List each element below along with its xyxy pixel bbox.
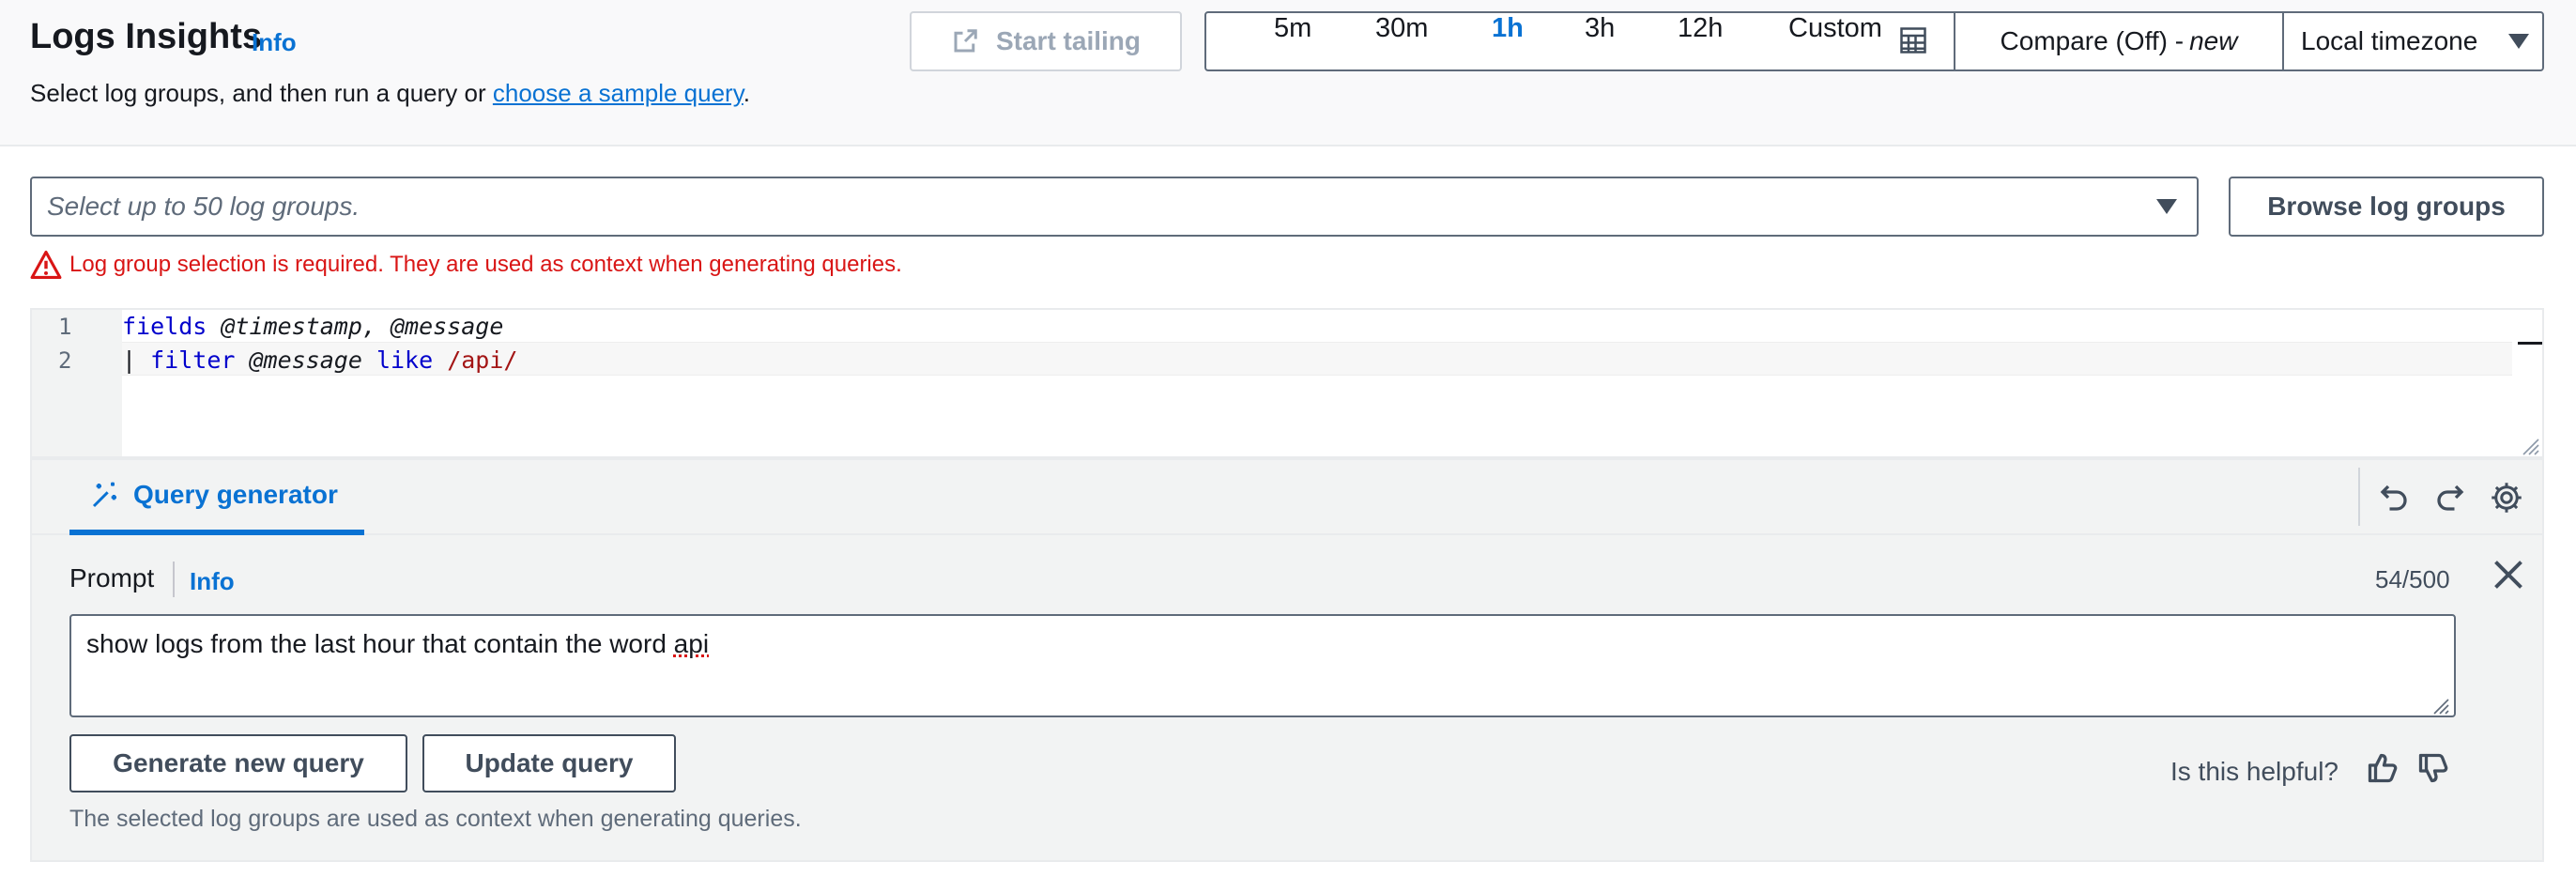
undo-icon[interactable] (2377, 481, 2411, 515)
editor-gutter (32, 310, 122, 456)
caret-down-icon (2508, 34, 2529, 49)
code-fields: @timestamp, @message (207, 313, 504, 340)
code-line-2: | filter @message like /api/ (122, 346, 517, 374)
thumbs-up-icon[interactable] (2366, 751, 2400, 785)
calendar-icon[interactable] (1899, 26, 1927, 54)
description-suffix: . (743, 79, 751, 107)
magic-wand-icon (92, 482, 116, 508)
editor-fold-marker (2518, 342, 2542, 345)
generator-footnote: The selected log groups are used as cont… (69, 806, 802, 832)
code-field: @message (235, 346, 376, 374)
prompt-text: show logs from the last hour that contai… (86, 629, 674, 658)
code-regex: /api/ (433, 346, 518, 374)
resize-handle-icon[interactable] (2520, 436, 2540, 456)
redo-icon[interactable] (2433, 481, 2467, 515)
gear-icon[interactable] (2490, 481, 2523, 515)
tab-query-generator[interactable]: Query generator (69, 460, 364, 535)
resize-handle-icon[interactable] (2431, 697, 2450, 715)
prompt-label: Prompt (69, 563, 155, 592)
log-group-select[interactable]: Select up to 50 log groups. (30, 177, 2199, 237)
compare-label: Compare (Off) - (2000, 26, 2185, 55)
prompt-textarea[interactable]: show logs from the last hour that contai… (69, 614, 2456, 717)
log-group-placeholder: Select up to 50 log groups. (47, 192, 360, 221)
sample-query-link[interactable]: choose a sample query (493, 79, 744, 107)
title-info-link[interactable]: Info (252, 28, 297, 57)
compare-new-badge: new (2189, 26, 2238, 55)
code-keyword: fields (122, 313, 207, 340)
range-5m[interactable]: 5m (1274, 13, 1311, 44)
range-30m[interactable]: 30m (1375, 13, 1428, 44)
external-link-icon (954, 29, 977, 53)
character-counter: 54/500 (2375, 565, 2450, 593)
close-icon[interactable] (2492, 558, 2525, 592)
toolbar-divider (2358, 468, 2360, 526)
warning-icon (30, 250, 62, 280)
caret-down-icon (2156, 199, 2177, 214)
timezone-label: Local timezone (2301, 26, 2478, 55)
page-description: Select log groups, and then run a query … (30, 79, 750, 108)
timezone-select[interactable]: Local timezone (2282, 11, 2544, 71)
thumbs-down-icon[interactable] (2416, 751, 2450, 785)
range-custom[interactable]: Custom (1788, 13, 1882, 44)
generate-new-query-button[interactable]: Generate new query (69, 734, 407, 792)
query-generator-tabbar (32, 460, 2542, 535)
description-prefix: Select log groups, and then run a query … (30, 79, 493, 107)
compare-toggle[interactable]: Compare (Off) - new (1954, 11, 2284, 71)
code-keyword: like (376, 346, 434, 374)
line-number: 1 (58, 314, 72, 340)
range-1h[interactable]: 1h (1492, 13, 1524, 44)
start-tailing-label: Start tailing (995, 26, 1141, 55)
code-keyword: filter (150, 346, 236, 374)
feedback-label: Is this helpful? (2170, 757, 2338, 786)
start-tailing-button[interactable]: Start tailing (910, 11, 1182, 71)
update-query-button[interactable]: Update query (422, 734, 676, 792)
misspelled-word: api (673, 629, 710, 658)
tab-label: Query generator (133, 480, 338, 509)
code-line-1: fields @timestamp, @message (122, 313, 503, 340)
range-12h[interactable]: 12h (1678, 13, 1723, 44)
code-pipe: | (122, 346, 151, 374)
prompt-info-link[interactable]: Info (190, 567, 235, 596)
prompt-divider (173, 562, 175, 597)
browse-log-groups-button[interactable]: Browse log groups (2229, 177, 2544, 237)
line-number: 2 (58, 347, 72, 374)
page-title: Logs Insights (30, 17, 262, 56)
log-group-error: Log group selection is required. They ar… (69, 252, 902, 277)
range-3h[interactable]: 3h (1585, 13, 1615, 44)
